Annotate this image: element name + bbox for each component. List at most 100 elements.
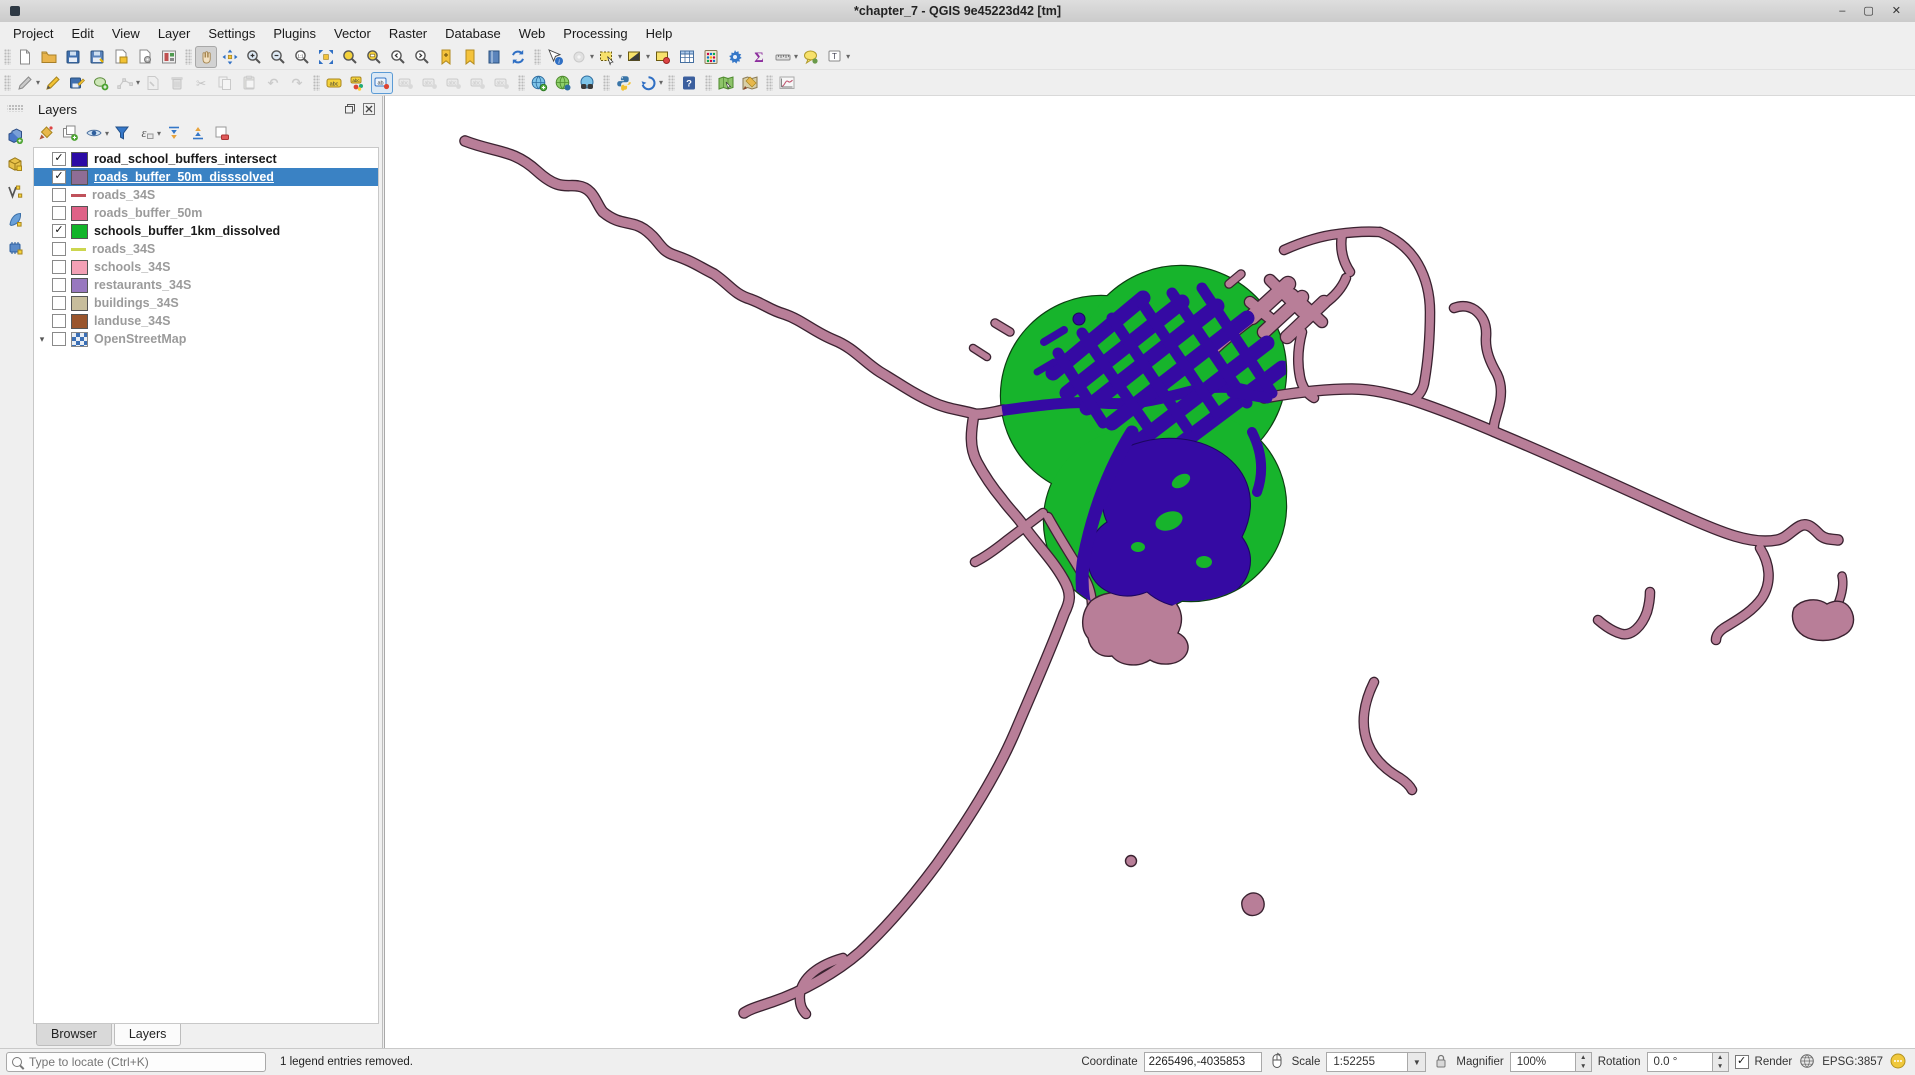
spin-down-icon[interactable]: ▼ (1713, 1062, 1728, 1071)
render-checkbox[interactable]: ✓ (1735, 1055, 1749, 1069)
expand-all-button[interactable] (163, 122, 185, 144)
open-layer-styling-button[interactable] (35, 122, 57, 144)
select-features-button[interactable] (596, 46, 618, 68)
add-vector-layer-button[interactable] (4, 181, 26, 203)
spin-up-icon[interactable]: ▲ (1576, 1053, 1591, 1062)
manage-map-themes-button[interactable] (83, 122, 105, 144)
layer-visibility-checkbox[interactable]: ✓ (52, 152, 66, 166)
toolbar-handle[interactable] (603, 75, 610, 91)
dropdown-caret-icon[interactable]: ▾ (659, 78, 663, 87)
scale-combo[interactable]: 1:52255 ▼ (1326, 1052, 1426, 1072)
menu-help[interactable]: Help (637, 24, 682, 43)
layer-row-OpenStreetMap[interactable]: ▾OpenStreetMap (34, 330, 378, 348)
help-contents-button[interactable]: ? (678, 72, 700, 94)
remove-layer-button[interactable] (211, 122, 233, 144)
refresh-map-button[interactable] (507, 46, 529, 68)
tab-layers[interactable]: Layers (114, 1024, 182, 1046)
pan-map-button[interactable] (195, 46, 217, 68)
spin-down-icon[interactable]: ▼ (1576, 1062, 1591, 1071)
magnifier-spinner[interactable]: 100% ▲▼ (1510, 1052, 1592, 1072)
map-canvas[interactable] (384, 95, 1915, 1049)
layer-visibility-checkbox[interactable] (52, 242, 66, 256)
plugin-tool-a-button[interactable] (715, 72, 737, 94)
lock-scale-icon[interactable] (1432, 1052, 1450, 1073)
dropdown-caret-icon[interactable]: ▾ (794, 52, 798, 61)
save-project-as-button[interactable] (86, 46, 108, 68)
highlight-pinned-labels-button[interactable]: ab (371, 72, 393, 94)
toggle-editing-button[interactable] (42, 72, 64, 94)
identify-features-button[interactable]: i (544, 46, 566, 68)
menu-database[interactable]: Database (436, 24, 510, 43)
field-calculator-button[interactable] (700, 46, 722, 68)
processing-history-button[interactable] (637, 72, 659, 94)
osm-place-search-button[interactable] (576, 72, 598, 94)
save-layer-edits-button[interactable] (66, 72, 88, 94)
layer-row-road_school_buffers_intersect[interactable]: ✓road_school_buffers_intersect (34, 150, 378, 168)
menu-web[interactable]: Web (510, 24, 555, 43)
plugin-tool-b-button[interactable] (739, 72, 761, 94)
toolbar-handle[interactable] (185, 49, 192, 65)
zoom-last-button[interactable] (387, 46, 409, 68)
add-delimited-text-layer-button[interactable] (4, 209, 26, 231)
metasearch-button[interactable] (528, 72, 550, 94)
layer-visibility-checkbox[interactable] (52, 296, 66, 310)
dropdown-caret-icon[interactable]: ▾ (590, 52, 594, 61)
processing-toolbox-button[interactable] (724, 46, 746, 68)
layer-visibility-checkbox[interactable] (52, 188, 66, 202)
dropdown-caret-icon[interactable]: ▾ (646, 52, 650, 61)
layer-row-roads_buffer_50m[interactable]: roads_buffer_50m (34, 204, 378, 222)
toolbar-handle[interactable] (766, 75, 773, 91)
layer-labeling-options-button[interactable]: abc (323, 72, 345, 94)
toolbar-handle[interactable] (705, 75, 712, 91)
zoom-to-layer-button[interactable] (363, 46, 385, 68)
chevron-down-icon[interactable]: ▼ (1408, 1052, 1426, 1072)
dropdown-caret-icon[interactable]: ▾ (157, 129, 161, 138)
collapse-all-button[interactable] (187, 122, 209, 144)
menu-processing[interactable]: Processing (554, 24, 636, 43)
layer-visibility-checkbox[interactable] (52, 278, 66, 292)
layer-row-roads_34S[interactable]: roads_34S (34, 240, 378, 258)
layer-row-landuse_34S[interactable]: landuse_34S (34, 312, 378, 330)
coordinate-field[interactable]: 2265496,-4035853 (1144, 1052, 1262, 1072)
layer-visibility-checkbox[interactable] (52, 332, 66, 346)
layer-diagram-options-button[interactable]: abc (347, 72, 369, 94)
locator-box[interactable] (6, 1052, 266, 1072)
layer-row-restaurants_34S[interactable]: restaurants_34S (34, 276, 378, 294)
layer-row-roads_34S[interactable]: roads_34S (34, 186, 378, 204)
dropdown-caret-icon[interactable]: ▾ (105, 129, 109, 138)
add-geopackage-layer-button[interactable] (4, 153, 26, 175)
menu-raster[interactable]: Raster (380, 24, 436, 43)
filter-legend-button[interactable] (111, 122, 133, 144)
add-group-button[interactable] (59, 122, 81, 144)
close-panel-icon[interactable] (361, 102, 376, 117)
menu-vector[interactable]: Vector (325, 24, 380, 43)
tab-browser[interactable]: Browser (36, 1024, 112, 1046)
dropdown-caret-icon[interactable]: ▾ (36, 78, 40, 87)
deselect-features-button[interactable] (624, 46, 646, 68)
layout-manager-button[interactable] (158, 46, 180, 68)
python-console-button[interactable] (613, 72, 635, 94)
crs-value[interactable]: EPSG:3857 (1822, 1056, 1883, 1068)
new-spatial-bookmark-button[interactable] (435, 46, 457, 68)
open-project-button[interactable] (38, 46, 60, 68)
layer-visibility-checkbox[interactable] (52, 206, 66, 220)
extents-icon[interactable] (1268, 1052, 1286, 1073)
zoom-out-button[interactable] (267, 46, 289, 68)
layer-visibility-checkbox[interactable] (52, 260, 66, 274)
save-project-button[interactable] (62, 46, 84, 68)
current-edits-button[interactable] (14, 72, 36, 94)
save-to-geopackage-button[interactable] (110, 46, 132, 68)
toolbar-handle[interactable] (7, 105, 23, 112)
crs-globe-icon[interactable] (1798, 1052, 1816, 1073)
text-annotation-button[interactable]: T (824, 46, 846, 68)
layer-row-schools_buffer_1km_dissolved[interactable]: ✓schools_buffer_1km_dissolved (34, 222, 378, 240)
add-virtual-layer-button[interactable] (4, 237, 26, 259)
locator-input[interactable] (27, 1054, 260, 1070)
show-bookmarks-button[interactable] (459, 46, 481, 68)
menu-plugins[interactable]: Plugins (264, 24, 325, 43)
dropdown-caret-icon[interactable]: ▾ (618, 52, 622, 61)
toolbar-handle[interactable] (534, 49, 541, 65)
pan-to-selection-button[interactable] (219, 46, 241, 68)
zoom-full-button[interactable] (315, 46, 337, 68)
measure-button[interactable] (772, 46, 794, 68)
